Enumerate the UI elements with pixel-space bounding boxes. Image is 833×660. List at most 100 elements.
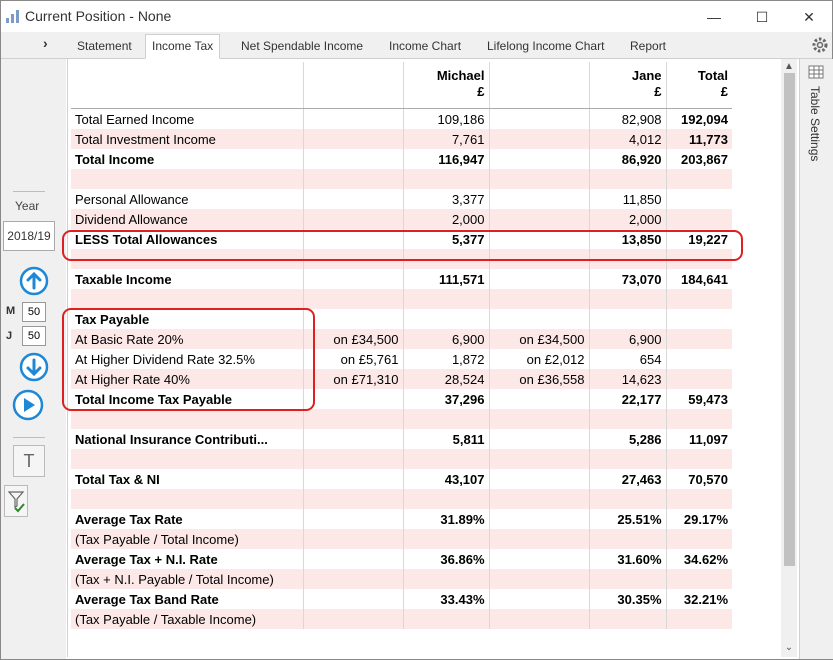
michael-value-cell: 6,900 bbox=[403, 329, 490, 349]
tab-income-tax[interactable]: Income Tax bbox=[145, 34, 221, 59]
jane-value-cell bbox=[589, 569, 667, 589]
total-value-cell: 59,473 bbox=[688, 391, 728, 407]
michael-value-cell: 3,377 bbox=[403, 189, 490, 209]
text-format-button[interactable]: T bbox=[13, 445, 45, 477]
michael-value-cell: 5,811 bbox=[403, 429, 490, 449]
tab-net-spendable-income[interactable]: Net Spendable Income bbox=[235, 35, 369, 57]
michael-value-cell: 116,947 bbox=[403, 149, 490, 169]
row-label: Total Income Tax Payable bbox=[71, 389, 304, 409]
play-icon[interactable] bbox=[12, 389, 44, 421]
row-label: Average Tax Band Rate bbox=[71, 589, 304, 609]
michael-basis-cell bbox=[303, 309, 404, 329]
jane-value-cell: 4,012 bbox=[589, 129, 667, 149]
michael-basis-cell bbox=[303, 189, 404, 209]
tab-lifelong-income-chart[interactable]: Lifelong Income Chart bbox=[481, 35, 610, 57]
maximize-button[interactable]: ☐ bbox=[739, 4, 785, 30]
table-row: National Insurance Contributi... 5,811 5,2… bbox=[71, 429, 732, 449]
empty-cell bbox=[666, 289, 732, 309]
table-row: Total Income Tax Payable 37,296 22,177 59,4… bbox=[71, 389, 732, 409]
empty-cell bbox=[489, 489, 590, 509]
header-michael: Michael £ bbox=[403, 62, 490, 109]
jane-basis-cell bbox=[489, 469, 590, 489]
michael-basis-cell bbox=[303, 429, 404, 449]
michael-basis-cell: on £71,310 bbox=[303, 369, 404, 389]
scrollbar-thumb[interactable] bbox=[784, 73, 795, 566]
michael-value-cell: 28,524 bbox=[403, 369, 490, 389]
year-field[interactable]: 2018/19 bbox=[3, 221, 55, 251]
total-value-cell bbox=[666, 209, 732, 229]
table-row: Total Investment Income 7,761 4,012 11,773 bbox=[71, 129, 732, 149]
michael-value-cell: 7,761 bbox=[403, 129, 490, 149]
income-tax-table: Michael £ Jane £ Total £ Total Earned Income 10… bbox=[71, 62, 732, 629]
michael-basis-cell: on £34,500 bbox=[303, 329, 404, 349]
row-label: Average Tax + N.I. Rate bbox=[71, 549, 304, 569]
table-header-row: Michael £ Jane £ Total £ bbox=[71, 62, 732, 109]
michael-basis-cell bbox=[303, 509, 404, 529]
header-total: Total £ bbox=[666, 62, 732, 109]
jane-basis-cell bbox=[489, 309, 590, 329]
filter-check-icon[interactable] bbox=[4, 485, 28, 517]
table-row: At Higher Rate 40% on £71,310 28,524 on £36… bbox=[71, 369, 732, 389]
empty-cell bbox=[589, 409, 667, 429]
table-row: Average Tax + N.I. Rate 36.86% 31.60% 34.62… bbox=[71, 549, 732, 569]
michael-value-cell bbox=[403, 529, 490, 549]
arrow-up-icon[interactable] bbox=[19, 266, 49, 296]
jane-value-cell: 654 bbox=[589, 349, 667, 369]
michael-value-cell: 1,872 bbox=[403, 349, 490, 369]
empty-cell bbox=[71, 489, 304, 509]
scroll-up-icon[interactable]: ▲ bbox=[783, 61, 795, 73]
jane-value-cell: 11,850 bbox=[589, 189, 667, 209]
empty-cell bbox=[589, 449, 667, 469]
jane-value-cell: 86,920 bbox=[589, 149, 667, 169]
jane-value-cell bbox=[589, 309, 667, 329]
left-panel: Year 2018/19 M 50 J 50 T bbox=[1, 59, 66, 659]
empty-cell bbox=[303, 489, 404, 509]
michael-value-cell: 43,107 bbox=[403, 469, 490, 489]
empty-cell bbox=[71, 409, 304, 429]
minimize-button[interactable]: — bbox=[691, 4, 737, 30]
total-value-cell bbox=[666, 529, 732, 549]
michael-value-cell: 111,571 bbox=[403, 269, 490, 289]
jane-value-cell: 6,900 bbox=[589, 329, 667, 349]
jane-value-cell: 27,463 bbox=[589, 469, 667, 489]
empty-cell bbox=[489, 409, 590, 429]
m-age-input[interactable]: 50 bbox=[22, 302, 46, 322]
arrow-down-icon[interactable] bbox=[19, 352, 49, 382]
table-settings-label[interactable]: Table Settings bbox=[806, 86, 822, 161]
tab-statement[interactable]: Statement bbox=[71, 35, 138, 57]
table-icon[interactable] bbox=[808, 64, 824, 80]
michael-basis-cell bbox=[303, 549, 404, 569]
jane-value-cell: 22,177 bbox=[589, 389, 667, 409]
jane-basis-cell bbox=[489, 189, 590, 209]
michael-basis-cell bbox=[303, 469, 404, 489]
table-row: Taxable Income 111,571 73,070 184,641 bbox=[71, 269, 732, 289]
jane-basis-cell bbox=[489, 129, 590, 149]
gear-icon[interactable] bbox=[811, 36, 829, 54]
michael-basis-cell bbox=[303, 529, 404, 549]
michael-basis-cell bbox=[303, 129, 404, 149]
jane-basis-cell bbox=[489, 549, 590, 569]
row-label: (Tax Payable / Taxable Income) bbox=[71, 609, 304, 629]
empty-cell bbox=[303, 249, 404, 269]
jane-basis-cell bbox=[489, 529, 590, 549]
table-row: Total Earned Income 109,186 82,908 192,094 bbox=[71, 108, 732, 129]
total-value-cell: 184,641 bbox=[681, 271, 728, 287]
window-title: Current Position - None bbox=[25, 8, 172, 24]
total-value-cell: 11,097 bbox=[688, 431, 728, 447]
michael-basis-cell bbox=[303, 569, 404, 589]
table-row: Total Tax & NI 43,107 27,463 70,570 bbox=[71, 469, 732, 489]
expand-chevron-icon[interactable]: › bbox=[43, 35, 48, 51]
empty-cell bbox=[666, 169, 732, 189]
total-value-cell bbox=[666, 329, 732, 349]
j-age-input[interactable]: 50 bbox=[22, 326, 46, 346]
total-value-cell: 192,094 bbox=[681, 111, 728, 127]
close-button[interactable]: ✕ bbox=[786, 4, 832, 30]
scroll-down-icon[interactable]: ⌄ bbox=[783, 642, 795, 654]
tab-income-chart[interactable]: Income Chart bbox=[383, 35, 467, 57]
jane-basis-cell bbox=[489, 269, 590, 289]
row-label: (Tax + N.I. Payable / Total Income) bbox=[71, 569, 304, 589]
empty-cell bbox=[589, 489, 667, 509]
jane-basis-cell bbox=[489, 589, 590, 609]
spacer-row bbox=[71, 249, 732, 269]
tab-report[interactable]: Report bbox=[624, 35, 672, 57]
